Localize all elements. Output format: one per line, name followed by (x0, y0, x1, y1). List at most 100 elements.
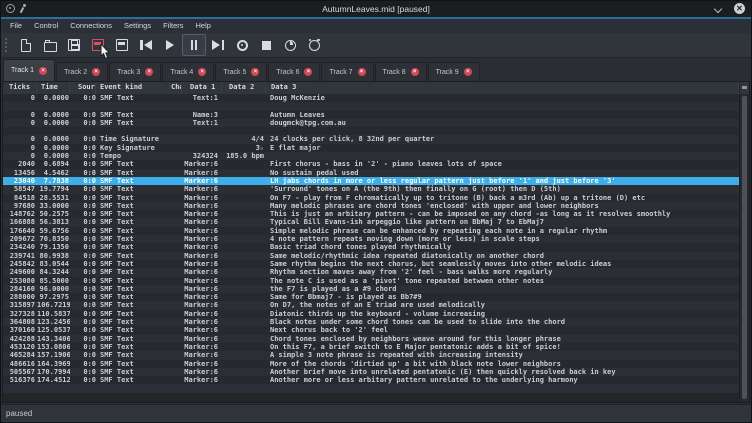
menu-item-connections[interactable]: Connections (64, 19, 118, 33)
cell-kind: SMF Text (96, 285, 170, 293)
pause-button[interactable] (182, 34, 206, 56)
table-row[interactable]: 28800097.29750:0SMF TextMarker:6Same for… (3, 293, 739, 301)
tab-track-4[interactable]: Track 4× (162, 62, 214, 81)
table-row[interactable] (3, 102, 739, 110)
column-header-ticks[interactable]: Ticks (3, 82, 37, 94)
play-button[interactable] (158, 34, 182, 56)
column-header-chan[interactable]: Chan (170, 82, 182, 94)
table-row[interactable]: 486616164.39690:0SMF TextMarker:6More of… (3, 360, 739, 368)
table-row[interactable]: 23424079.13500:0SMF TextMarker:6Basic tr… (3, 243, 739, 251)
tab-track-2[interactable]: Track 2× (56, 62, 108, 81)
table-row[interactable]: 327328110.58370:0SMF TextMarker:6Diatoni… (3, 310, 739, 318)
column-header-data-2[interactable]: Data 2 (222, 82, 266, 94)
tab-close-icon[interactable]: × (198, 68, 206, 76)
tab-track-9[interactable]: Track 9× (428, 62, 480, 81)
monitor-button[interactable] (110, 34, 134, 56)
timer-button[interactable] (278, 34, 302, 56)
cell-data2 (222, 277, 266, 285)
tab-close-icon[interactable]: × (304, 68, 312, 76)
table-row[interactable]: 00.00000:0SMF TextText:1dougmck@tpg.com.… (3, 119, 739, 127)
table-row[interactable]: 516376174.45120:0SMF TextMarker:6Another… (3, 376, 739, 384)
tab-track-1[interactable]: Track 1× (3, 59, 55, 81)
close-icon[interactable]: ✕ (734, 3, 745, 14)
table-row[interactable]: 00.00000:0SMF TextName:3Autumn Leaves (3, 111, 739, 119)
table-row[interactable]: 8451828.55310:0SMF TextMarker:6On F7 - p… (3, 194, 739, 202)
table-row[interactable]: 24584283.05440:0SMF TextMarker:6Same rhy… (3, 260, 739, 268)
tab-track-6[interactable]: Track 6× (268, 62, 320, 81)
vertical-scrollbar[interactable] (739, 94, 749, 402)
table-row[interactable]: 00.00000:0Time Signature4/424 clocks per… (3, 135, 739, 143)
window-title: AutumnLeaves.mid [paused] (1, 1, 751, 17)
table-row[interactable]: 424288143.34060:0SMF TextMarker:6Chord t… (3, 335, 739, 343)
menu-item-control[interactable]: Control (28, 19, 64, 33)
column-header-time[interactable]: Time (37, 82, 70, 94)
table-row[interactable]: 453120153.08060:0SMF TextMarker:6On this… (3, 343, 739, 351)
table-row[interactable]: 28416096.00000:0SMF TextMarker:6the F7 i… (3, 285, 739, 293)
table-row[interactable]: 24960084.32440:0SMF TextMarker:6Rhythm s… (3, 268, 739, 276)
table-row[interactable]: 00.00000:0Key Signature3♭E flat major (3, 144, 739, 152)
pause-icon (191, 40, 198, 50)
scrollbar-thumb[interactable] (742, 96, 747, 399)
table-row[interactable]: 00.00000:0SMF TextText:1Doug McKenzie (3, 94, 739, 102)
tab-track-8[interactable]: Track 8× (375, 62, 427, 81)
tab-close-icon[interactable]: × (358, 68, 366, 76)
table-row[interactable]: 465284157.19060:0SMF TextMarker:6A simpl… (3, 351, 739, 359)
cell-data2 (222, 119, 266, 127)
cell-data1: Marker:6 (182, 235, 222, 243)
save-button[interactable] (62, 34, 86, 56)
table-row[interactable]: 134564.54620:0SMF TextMarker:6No sustain… (3, 169, 739, 177)
column-header-source[interactable]: Source (70, 82, 96, 94)
table-row[interactable]: 364808123.24560:0SMF TextMarker:6Black n… (3, 318, 739, 326)
tab-track-3[interactable]: Track 3× (109, 62, 161, 81)
table-row[interactable]: 16688856.38130:0SMF TextMarker:6Typical … (3, 218, 739, 226)
clear-button[interactable] (86, 34, 110, 56)
table-row-selected[interactable]: 230407.78380:0SMF TextMarker:6LH jabs ch… (3, 177, 739, 185)
column-header-data-3[interactable]: Data 3 (266, 82, 739, 94)
tab-close-icon[interactable]: × (92, 68, 100, 76)
metronome-button[interactable] (302, 34, 326, 56)
menu-item-filters[interactable]: Filters (157, 19, 189, 33)
table-row[interactable]: 5854719.77940:0SMF TextMarker:6'Surround… (3, 185, 739, 193)
open-button[interactable] (38, 34, 62, 56)
cell-source: 0:0 (70, 177, 96, 185)
table-row[interactable] (3, 127, 739, 135)
column-header-data-1[interactable]: Data 1 (182, 82, 222, 94)
table-row[interactable]: 370160125.05370:0SMF TextMarker:6Next ch… (3, 326, 739, 334)
tab-close-icon[interactable]: × (39, 67, 47, 75)
menu-item-settings[interactable]: Settings (118, 19, 157, 33)
table-row[interactable] (3, 384, 739, 392)
record-button[interactable] (230, 34, 254, 56)
menu-item-file[interactable]: File (4, 19, 28, 33)
chevron-down-icon[interactable] (715, 6, 722, 13)
tab-close-icon[interactable]: × (464, 68, 472, 76)
table-row[interactable]: 23974180.99380:0SMF TextMarker:6Same mel… (3, 252, 739, 260)
tab-close-icon[interactable]: × (145, 68, 153, 76)
toolbar-grip[interactable] (5, 38, 10, 52)
stop-button[interactable] (254, 34, 278, 56)
menu-item-help[interactable]: Help (190, 19, 217, 33)
table-row[interactable]: 14876250.25750:0SMF TextMarker:6This is … (3, 210, 739, 218)
cell-time: 7.7838 (37, 177, 70, 185)
new-file-button[interactable] (14, 34, 38, 56)
table-row[interactable]: 00.00000:0Tempo324324185.0 bpm (3, 152, 739, 160)
column-header-event-kind[interactable]: Event kind (96, 82, 170, 94)
table-row[interactable]: 505567170.79940:0SMF TextMarker:6Another… (3, 368, 739, 376)
tab-track-7[interactable]: Track 7× (321, 62, 373, 81)
skip-backward-button[interactable] (134, 34, 158, 56)
table-row[interactable]: 20400.68940:0SMF TextMarker:6First choru… (3, 160, 739, 168)
table-row[interactable]: 315897106.72190:0SMF TextMarker:6On D7, … (3, 301, 739, 309)
tab-track-5[interactable]: Track 5× (215, 62, 267, 81)
cell-chan (170, 384, 182, 392)
cell-ticks: 209672 (3, 235, 37, 243)
table-row[interactable]: 25308085.50000:0SMF TextMarker:6The note… (3, 277, 739, 285)
tab-close-icon[interactable]: × (251, 68, 259, 76)
table-row[interactable]: 20967270.83500:0SMF TextMarker:64 note p… (3, 235, 739, 243)
skip-forward-button[interactable] (206, 34, 230, 56)
cell-kind: SMF Text (96, 235, 170, 243)
tab-close-icon[interactable]: × (411, 68, 419, 76)
cell-data3: dougmck@tpg.com.au (266, 119, 739, 127)
header-corner-button[interactable] (739, 82, 749, 94)
table-row[interactable]: 9768033.00000:0SMF TextMarker:6Many melo… (3, 202, 739, 210)
cell-kind: SMF Text (96, 376, 170, 384)
table-row[interactable]: 17664059.67560:0SMF TextMarker:6Simple m… (3, 227, 739, 235)
